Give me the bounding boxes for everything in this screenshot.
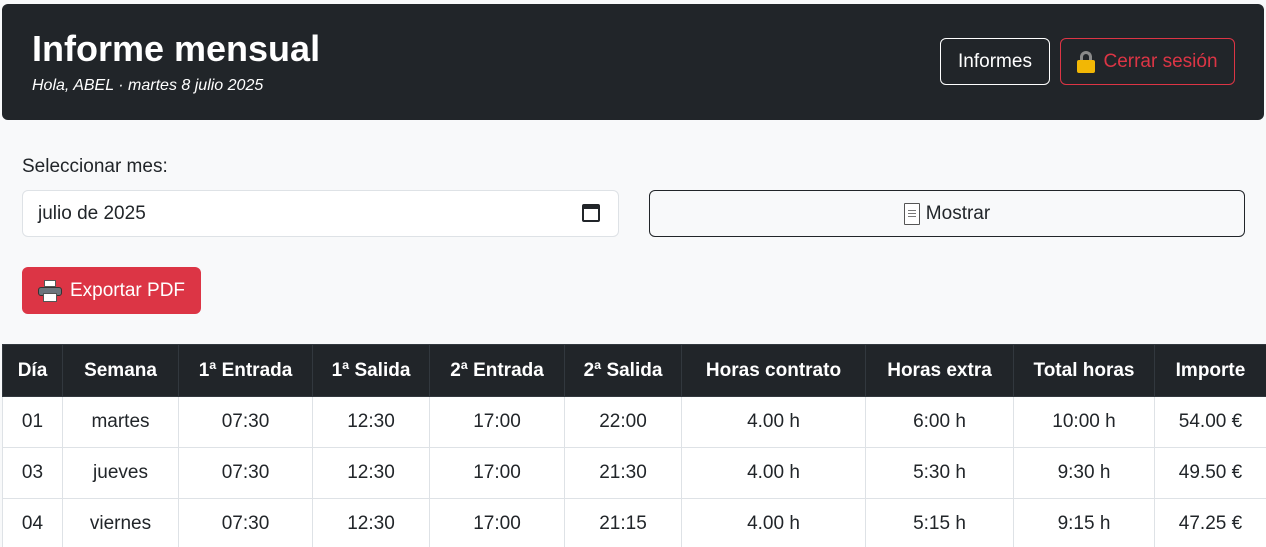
show-button[interactable]: Mostrar [649,190,1245,237]
table-cell: viernes [62,498,179,547]
printer-icon [37,279,62,302]
column-header-horas-extra: Horas extra [865,344,1014,397]
table-cell: 54.00 € [1154,396,1266,448]
column-header-dia: Día [2,344,63,397]
column-header-horas-contrato: Horas contrato [681,344,866,397]
informes-button-label: Informes [958,50,1032,72]
table-cell: jueves [62,447,179,499]
table-cell: 4.00 h [681,498,866,547]
greeting-subtitle: Hola, ABEL · martes 8 julio 2025 [32,77,264,94]
page-title: Informe mensual [32,28,321,69]
table-cell: 5:30 h [865,447,1014,499]
table-cell: 12:30 [312,498,430,547]
table-row: 04 viernes 07:30 12:30 17:00 21:15 4.00 … [2,498,1266,547]
table-header-row: Día Semana 1ª Entrada 1ª Salida 2ª Entra… [2,344,1266,397]
table-cell: 4.00 h [681,396,866,448]
column-header-1a-entrada: 1ª Entrada [178,344,313,397]
table-cell: 07:30 [178,396,313,448]
lock-icon [1077,50,1096,73]
column-header-importe: Importe [1154,344,1266,397]
table-cell: 21:30 [564,447,682,499]
table-cell: 07:30 [178,447,313,499]
export-pdf-label: Exportar PDF [69,279,186,301]
table-cell: 49.50 € [1154,447,1266,499]
column-header-2a-salida: 2ª Salida [564,344,682,397]
column-header-2a-entrada: 2ª Entrada [429,344,565,397]
table-cell: 12:30 [312,447,430,499]
table-cell: 10:00 h [1013,396,1155,448]
informes-button[interactable]: Informes [940,38,1050,85]
column-header-total-horas: Total horas [1013,344,1155,397]
table-cell: 9:15 h [1013,498,1155,547]
table-cell: 17:00 [429,396,565,448]
calendar-icon[interactable] [582,204,600,222]
logout-button[interactable]: Cerrar sesión [1060,38,1235,85]
column-header-1a-salida: 1ª Salida [312,344,430,397]
table-cell: 9:30 h [1013,447,1155,499]
table-cell: 22:00 [564,396,682,448]
table-cell: 12:30 [312,396,430,448]
month-input-value: julio de 2025 [38,202,146,224]
table-cell: martes [62,396,179,448]
show-button-label: Mostrar [925,202,991,224]
table-cell: 07:30 [178,498,313,547]
table-row: 01 martes 07:30 12:30 17:00 22:00 4.00 h… [2,396,1266,448]
month-input[interactable]: julio de 2025 [22,190,619,237]
table-cell: 6:00 h [865,396,1014,448]
monthly-report-table: Día Semana 1ª Entrada 1ª Salida 2ª Entra… [2,344,1266,547]
table-cell: 47.25 € [1154,498,1266,547]
table-cell: 17:00 [429,498,565,547]
document-icon [903,202,920,225]
table-cell: 01 [2,396,63,448]
table-row: 03 jueves 07:30 12:30 17:00 21:30 4.00 h… [2,447,1266,499]
export-pdf-button[interactable]: Exportar PDF [22,267,201,314]
table-cell: 04 [2,498,63,547]
table-cell: 03 [2,447,63,499]
table-cell: 21:15 [564,498,682,547]
page-header: Informe mensual Hola, ABEL · martes 8 ju… [2,4,1264,120]
logout-button-label: Cerrar sesión [1103,50,1218,72]
month-label: Seleccionar mes: [22,156,168,177]
table-cell: 4.00 h [681,447,866,499]
table-cell: 17:00 [429,447,565,499]
column-header-semana: Semana [62,344,179,397]
table-cell: 5:15 h [865,498,1014,547]
